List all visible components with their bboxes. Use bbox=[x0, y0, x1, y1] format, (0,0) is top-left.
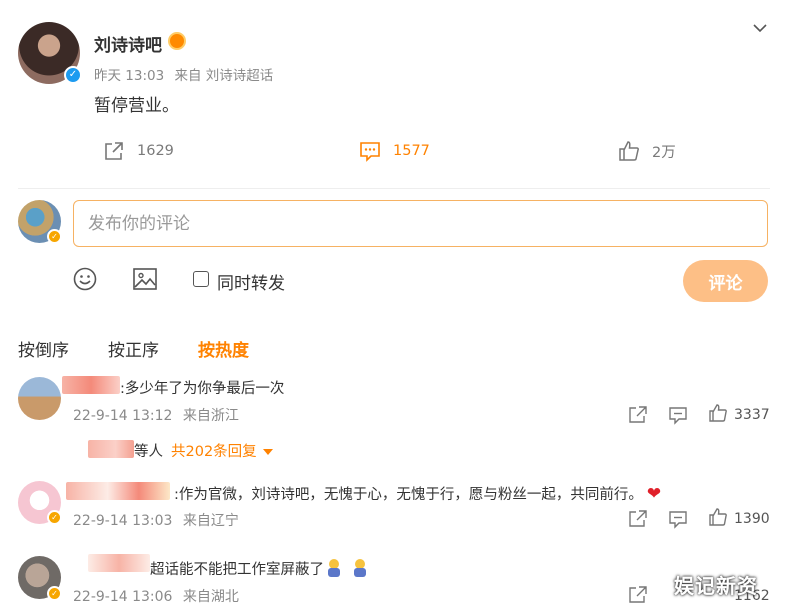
thumbs-up-icon[interactable] bbox=[708, 507, 728, 527]
repost-label[interactable]: 同时转发 bbox=[217, 269, 285, 294]
share-icon[interactable] bbox=[628, 585, 648, 605]
share-count: 1629 bbox=[137, 143, 174, 159]
chevron-down-icon[interactable] bbox=[752, 20, 768, 36]
emoji-icon bbox=[326, 559, 342, 577]
comment-like-count: 1390 bbox=[734, 511, 770, 527]
thumbs-up-icon bbox=[619, 141, 639, 161]
submit-comment-button[interactable]: 评论 bbox=[683, 260, 768, 302]
divider bbox=[18, 188, 770, 189]
comment-like-count: 3337 bbox=[734, 407, 770, 423]
reply-etc-label: 等人 bbox=[134, 444, 163, 460]
post-meta: 昨天 13:03 来自 刘诗诗超话 bbox=[94, 64, 279, 84]
comment-meta: 22-9-14 13:06 来自湖北 bbox=[73, 586, 245, 606]
reply-icon[interactable] bbox=[668, 405, 688, 425]
like-button[interactable]: 2万 bbox=[618, 136, 676, 166]
post-header: ✓ 刘诗诗吧 昨天 13:03 来自 刘诗诗超话 bbox=[18, 20, 778, 90]
comment-location: 来自辽宁 bbox=[182, 513, 239, 529]
comment-text: :作为官微，刘诗诗吧，无愧于心，无愧于行，愿与粉丝一起，共同前行。 ❤ bbox=[174, 483, 661, 504]
verified-badge-icon: ✓ bbox=[64, 66, 82, 84]
comment-time: 22-9-14 13:06 bbox=[73, 589, 173, 605]
emoji-icon[interactable] bbox=[72, 266, 98, 292]
heart-icon: ❤ bbox=[646, 484, 662, 504]
share-icon bbox=[105, 142, 123, 160]
share-icon[interactable] bbox=[628, 509, 648, 529]
image-icon[interactable] bbox=[132, 266, 158, 292]
reply-count-link[interactable]: 共202条回复 bbox=[171, 444, 257, 460]
comment-count: 1577 bbox=[393, 143, 430, 159]
post-text: 暂停营业。 bbox=[94, 96, 179, 116]
comment-meta: 22-9-14 13:03 来自辽宁 bbox=[73, 510, 245, 530]
comment-location: 来自湖北 bbox=[182, 589, 239, 605]
tab-by-popularity[interactable]: 按热度 bbox=[198, 336, 249, 361]
comment-text-content: 超话能不能把工作室屏蔽了 bbox=[150, 562, 324, 578]
fan-badge-icon bbox=[168, 32, 186, 50]
comment-text-content: :作为官微，刘诗诗吧，无愧于心，无愧于行，愿与粉丝一起，共同前行。 bbox=[174, 487, 643, 503]
comment-icon bbox=[360, 142, 380, 162]
comment-button[interactable]: 1577 bbox=[359, 136, 430, 166]
redacted-username bbox=[62, 376, 120, 394]
reply-icon[interactable] bbox=[668, 509, 688, 529]
comment-text: 超话能不能把工作室屏蔽了 bbox=[150, 558, 368, 579]
caret-down-icon bbox=[262, 449, 273, 455]
verified-badge-icon: ✓ bbox=[47, 586, 62, 601]
tab-forward-order[interactable]: 按正序 bbox=[108, 336, 159, 361]
comment-location: 来自浙江 bbox=[182, 408, 239, 424]
post-source[interactable]: 来自 刘诗诗超话 bbox=[175, 68, 274, 84]
post-time[interactable]: 昨天 13:03 bbox=[94, 68, 164, 84]
verified-badge-icon: ✓ bbox=[47, 229, 62, 244]
author-name[interactable]: 刘诗诗吧 bbox=[94, 31, 162, 56]
watermark: 娱记新资 bbox=[674, 574, 758, 598]
comment-time: 22-9-14 13:12 bbox=[73, 408, 173, 424]
emoji-icon bbox=[352, 559, 368, 577]
comment-text: :多少年了为你争最后一次 bbox=[120, 381, 285, 397]
comment-meta: 22-9-14 13:12 来自浙江 bbox=[73, 405, 245, 425]
commenter-avatar[interactable] bbox=[18, 377, 61, 420]
share-button[interactable]: 1629 bbox=[103, 136, 174, 166]
comment-time: 22-9-14 13:03 bbox=[73, 513, 173, 529]
redacted-username bbox=[66, 482, 170, 500]
share-icon[interactable] bbox=[628, 405, 648, 425]
repost-checkbox[interactable] bbox=[193, 271, 209, 287]
post-actions: 1629 1577 2万 bbox=[0, 136, 788, 166]
verified-badge-icon: ✓ bbox=[47, 510, 62, 525]
redacted-username bbox=[88, 554, 150, 572]
reply-summary[interactable]: 等人 共202条回复 bbox=[134, 440, 273, 461]
thumbs-up-icon[interactable] bbox=[708, 403, 728, 423]
tab-reverse-order[interactable]: 按倒序 bbox=[18, 336, 69, 361]
comment-input[interactable] bbox=[73, 200, 768, 247]
redacted-username bbox=[88, 440, 134, 458]
like-count: 2万 bbox=[652, 144, 676, 161]
